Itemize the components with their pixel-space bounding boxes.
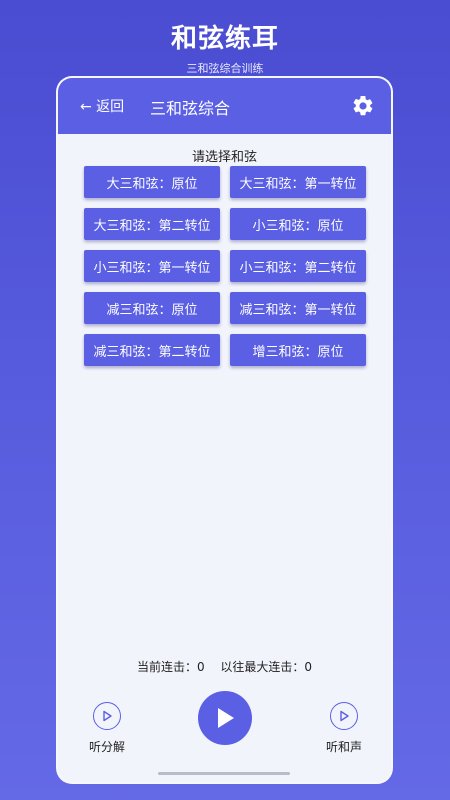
chord-option-button[interactable]: 大三和弦：第二转位 xyxy=(84,208,220,240)
play-button[interactable] xyxy=(198,691,252,745)
streak-stats: 当前连击：0 以往最大连击：0 xyxy=(58,658,391,675)
chord-option-button[interactable]: 增三和弦：原位 xyxy=(230,334,366,366)
play-arpeggio-label: 听分解 xyxy=(88,740,125,754)
play-harmony-label: 听和声 xyxy=(325,740,362,754)
chord-option-button[interactable]: 大三和弦：原位 xyxy=(84,166,220,198)
play-icon xyxy=(218,708,234,728)
play-arpeggio-control[interactable]: 听分解 xyxy=(77,702,137,755)
chord-option-button[interactable]: 减三和弦：原位 xyxy=(84,292,220,324)
chord-options: 大三和弦：原位 大三和弦：第一转位 大三和弦：第二转位 小三和弦：原位 小三和弦… xyxy=(84,166,366,366)
chord-prompt: 请选择和弦 xyxy=(191,150,257,165)
best-streak: 以往最大连击：0 xyxy=(220,660,313,674)
chord-option-button[interactable]: 大三和弦：第一转位 xyxy=(230,166,366,198)
chord-option-button[interactable]: 小三和弦：原位 xyxy=(230,208,366,240)
phone-screen: ← 返回 三和弦综合 请选择和弦 大三和弦：原位 大三和弦：第一转位 大三和弦：… xyxy=(58,78,391,782)
play-small-icon[interactable] xyxy=(330,702,358,730)
play-small-icon[interactable] xyxy=(93,702,121,730)
current-streak: 当前连击：0 xyxy=(136,660,205,674)
chord-option-button[interactable]: 小三和弦：第二转位 xyxy=(230,250,366,282)
gear-icon[interactable] xyxy=(351,94,375,118)
promo-subtitle: 三和弦综合训练 xyxy=(186,62,264,75)
back-label: ← 返回 xyxy=(80,99,125,115)
top-app-bar: ← 返回 三和弦综合 xyxy=(58,78,391,134)
play-harmony-control[interactable]: 听和声 xyxy=(314,702,374,755)
promo-title: 和弦练耳 xyxy=(170,24,279,54)
chord-option-button[interactable]: 减三和弦：第二转位 xyxy=(84,334,220,366)
home-indicator[interactable] xyxy=(158,772,290,775)
page-title: 三和弦综合 xyxy=(150,99,231,118)
chord-option-button[interactable]: 小三和弦：第一转位 xyxy=(84,250,220,282)
chord-option-button[interactable]: 减三和弦：第一转位 xyxy=(230,292,366,324)
back-button[interactable]: ← 返回 xyxy=(80,96,124,116)
